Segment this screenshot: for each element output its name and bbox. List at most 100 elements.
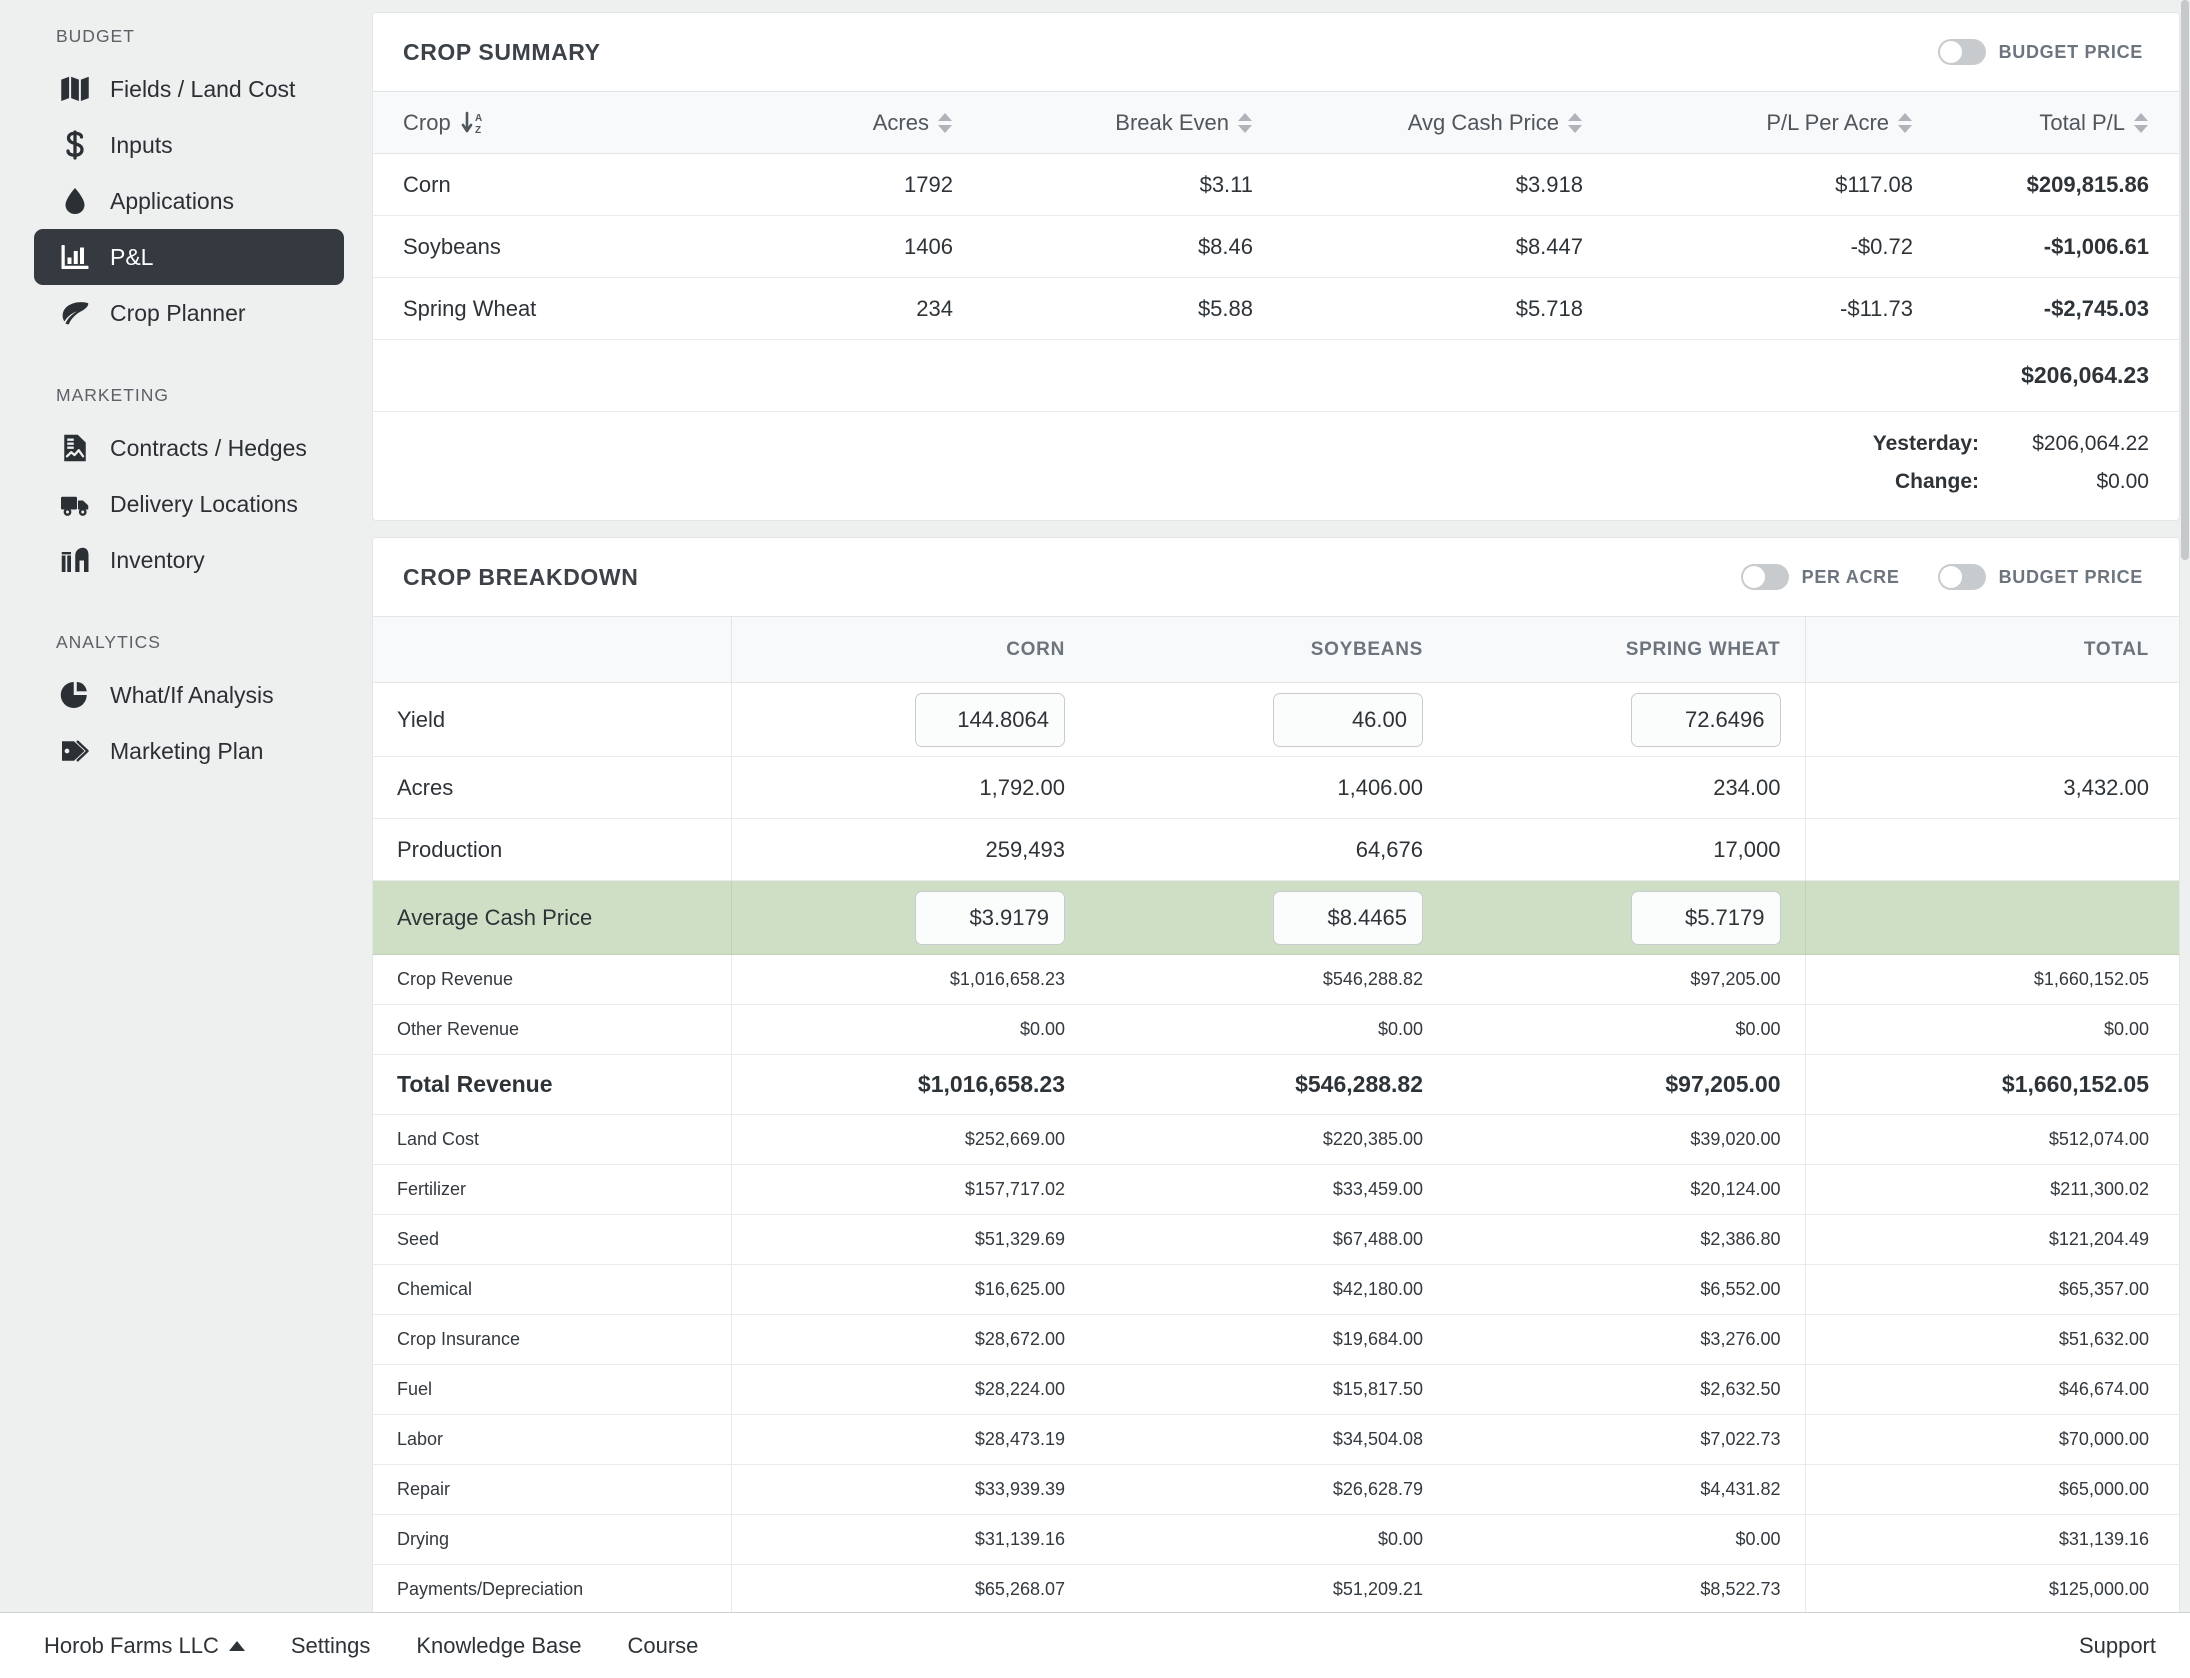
crop-breakdown-budget-price-toggle-group[interactable]: BUDGET PRICE	[1937, 564, 2143, 590]
cell-pl-per-acre: $117.08	[1613, 153, 1943, 216]
cell-total-pl: $209,815.86	[1943, 153, 2179, 216]
cell-total: $0.00	[1804, 1004, 2179, 1055]
footer-link-knowledge-base[interactable]: Knowledge Base	[416, 1633, 581, 1659]
scrollbar-thumb[interactable]	[2181, 0, 2189, 560]
cell-spring-wheat[interactable]: 72.6496	[1447, 682, 1805, 757]
cell-corn[interactable]: $3.9179	[731, 880, 1089, 955]
sidebar-item-label: P&L	[110, 243, 154, 270]
cell-spring-wheat-input[interactable]: 72.6496	[1630, 692, 1781, 747]
cell-pl-per-acre: -$0.72	[1613, 215, 1943, 278]
cell-soybeans: 64,676	[1089, 818, 1447, 881]
droplet-icon	[56, 186, 94, 216]
cell-corn-input[interactable]: 144.8064	[915, 692, 1065, 747]
cell-corn[interactable]: 144.8064	[731, 682, 1089, 757]
col-header-pl-per-acre[interactable]: P/L Per Acre	[1613, 91, 1943, 154]
table-row[interactable]: Crop Revenue $1,016,658.23 $546,288.82 $97,…	[373, 954, 2179, 1005]
table-row[interactable]: Fertilizer $157,717.02 $33,459.00 $20,124.0…	[373, 1164, 2179, 1215]
svg-text:A: A	[475, 113, 482, 124]
map-icon	[56, 74, 94, 104]
crop-breakdown-title: CROP BREAKDOWN	[403, 563, 639, 590]
table-row[interactable]: Crop Insurance $28,672.00 $19,684.00 $3,276…	[373, 1314, 2179, 1365]
table-row[interactable]: Production 259,493 64,676 17,000	[373, 818, 2179, 881]
footer-link-support[interactable]: Support	[2079, 1633, 2156, 1659]
crop-summary-card: CROP SUMMARY BUDGET PRICE Crop A Z Acres…	[372, 12, 2180, 521]
sidebar-section-label: MARKETING	[56, 385, 170, 405]
cell-spring-wheat[interactable]: $5.7179	[1447, 880, 1805, 955]
sidebar-item-fields-land-cost[interactable]: Fields / Land Cost	[34, 61, 344, 117]
col-header-avg-cash-price[interactable]: Avg Cash Price	[1283, 91, 1613, 154]
footer-bar: Horob Farms LLC Settings Knowledge Base …	[0, 1612, 2190, 1678]
sidebar-item-inventory[interactable]: Inventory	[34, 532, 344, 588]
table-row[interactable]: Average Cash Price $3.9179 $8.4465 $5.7179	[373, 880, 2179, 955]
main-content: CROP SUMMARY BUDGET PRICE Crop A Z Acres…	[372, 0, 2190, 1678]
cell-crop: Soybeans	[373, 215, 703, 278]
cell-avg-cash-price: $5.718	[1283, 277, 1613, 340]
cell-spring-wheat: $8,522.73	[1447, 1564, 1805, 1615]
table-row[interactable]: Fuel $28,224.00 $15,817.50 $2,632.50 $46,674…	[373, 1364, 2179, 1415]
table-row[interactable]: Seed $51,329.69 $67,488.00 $2,386.80 $121,20…	[373, 1214, 2179, 1265]
table-row[interactable]: Labor $28,473.19 $34,504.08 $7,022.73 $70,00…	[373, 1414, 2179, 1465]
cell-spring-wheat: 17,000	[1447, 818, 1805, 881]
cell-spring-wheat: $4,431.82	[1447, 1464, 1805, 1515]
cell-soybeans-input[interactable]: $8.4465	[1273, 890, 1423, 945]
budget-price-toggle-label: BUDGET PRICE	[1998, 41, 2143, 62]
crop-summary-budget-price-toggle-group[interactable]: BUDGET PRICE	[1937, 39, 2143, 65]
footer-link-settings[interactable]: Settings	[291, 1633, 371, 1659]
sidebar-item-applications[interactable]: Applications	[34, 173, 344, 229]
cell-total: 3,432.00	[1804, 756, 2179, 819]
table-row[interactable]: Other Revenue $0.00 $0.00 $0.00 $0.00	[373, 1004, 2179, 1055]
sidebar-item-marketing-plan[interactable]: Marketing Plan	[34, 723, 344, 779]
sidebar-item-crop-planner[interactable]: Crop Planner	[34, 285, 344, 341]
table-row[interactable]: Total Revenue $1,016,658.23 $546,288.82 $97…	[373, 1054, 2179, 1115]
sidebar-item-delivery-locations[interactable]: Delivery Locations	[34, 476, 344, 532]
cell-soybeans-input[interactable]: 46.00	[1273, 692, 1423, 747]
cell-corn: 259,493	[731, 818, 1089, 881]
table-row[interactable]: Yield 144.8064 46.00 72.6496	[373, 682, 2179, 757]
table-row[interactable]: Repair $33,939.39 $26,628.79 $4,431.82 $65,0…	[373, 1464, 2179, 1515]
sidebar-item-what-if-analysis[interactable]: What/If Analysis	[34, 667, 344, 723]
cell-soybeans[interactable]: $8.4465	[1089, 880, 1447, 955]
budget-price-toggle[interactable]	[1937, 39, 1986, 65]
cell-empty	[373, 339, 703, 412]
col-header-total-pl[interactable]: Total P/L	[1943, 91, 2179, 154]
table-row[interactable]: Chemical $16,625.00 $42,180.00 $6,552.00 $65…	[373, 1264, 2179, 1315]
col-header-acres-label: Acres	[872, 109, 929, 135]
cell-acres: 1792	[703, 153, 983, 216]
cell-total: $31,139.16	[1804, 1514, 2179, 1565]
crop-summary-title: CROP SUMMARY	[403, 38, 601, 65]
dollar-icon	[56, 130, 94, 160]
table-row[interactable]: Acres 1,792.00 1,406.00 234.00 3,432.00	[373, 756, 2179, 819]
budget-price-toggle[interactable]	[1937, 564, 1986, 590]
table-row[interactable]: Payments/Depreciation $65,268.07 $51,209.2…	[373, 1564, 2179, 1615]
pie-chart-icon	[56, 680, 94, 710]
cell-soybeans: $220,385.00	[1089, 1114, 1447, 1165]
cell-spring-wheat: $6,552.00	[1447, 1264, 1805, 1315]
table-row[interactable]: Spring Wheat 234 $5.88 $5.718 -$11.73 -$2,745…	[373, 277, 2179, 340]
col-header-crop[interactable]: Crop A Z	[373, 91, 703, 154]
table-row[interactable]: Land Cost $252,669.00 $220,385.00 $39,020.0…	[373, 1114, 2179, 1165]
per-acre-toggle-group[interactable]: PER ACRE	[1740, 564, 1900, 590]
org-switcher[interactable]: Horob Farms LLC	[44, 1633, 245, 1659]
cell-spring-wheat-input[interactable]: $5.7179	[1630, 890, 1781, 945]
col-header-break-even[interactable]: Break Even	[983, 91, 1283, 154]
cell-soybeans[interactable]: 46.00	[1089, 682, 1447, 757]
sidebar: BUDGET Fields / Land Cost Inputs Applicatio…	[0, 0, 372, 1678]
sidebar-item-inputs[interactable]: Inputs	[34, 117, 344, 173]
sidebar-section-label: ANALYTICS	[56, 632, 161, 652]
crop-summary-header-row: Crop A Z Acres Break Even Avg Cash Price…	[373, 91, 2179, 154]
cell-corn: $16,625.00	[731, 1264, 1089, 1315]
cell-empty	[1283, 339, 1613, 412]
sidebar-item-contracts-hedges[interactable]: Contracts / Hedges	[34, 420, 344, 476]
cell-total: $1,660,152.05	[1804, 954, 2179, 1005]
col-header-acres[interactable]: Acres	[703, 91, 983, 154]
per-acre-toggle[interactable]	[1740, 564, 1789, 590]
cell-total: $121,204.49	[1804, 1214, 2179, 1265]
sidebar-item-p-l[interactable]: P&L	[34, 229, 344, 285]
cell-total: $51,632.00	[1804, 1314, 2179, 1365]
footer-link-course[interactable]: Course	[627, 1633, 698, 1659]
table-row[interactable]: Drying $31,139.16 $0.00 $0.00 $31,139.16	[373, 1514, 2179, 1565]
table-row[interactable]: Corn 1792 $3.11 $3.918 $117.08 $209,815.86	[373, 153, 2179, 216]
cell-corn-input[interactable]: $3.9179	[915, 890, 1065, 945]
cell-crop: Spring Wheat	[373, 277, 703, 340]
table-row[interactable]: Soybeans 1406 $8.46 $8.447 -$0.72 -$1,006.61	[373, 215, 2179, 278]
